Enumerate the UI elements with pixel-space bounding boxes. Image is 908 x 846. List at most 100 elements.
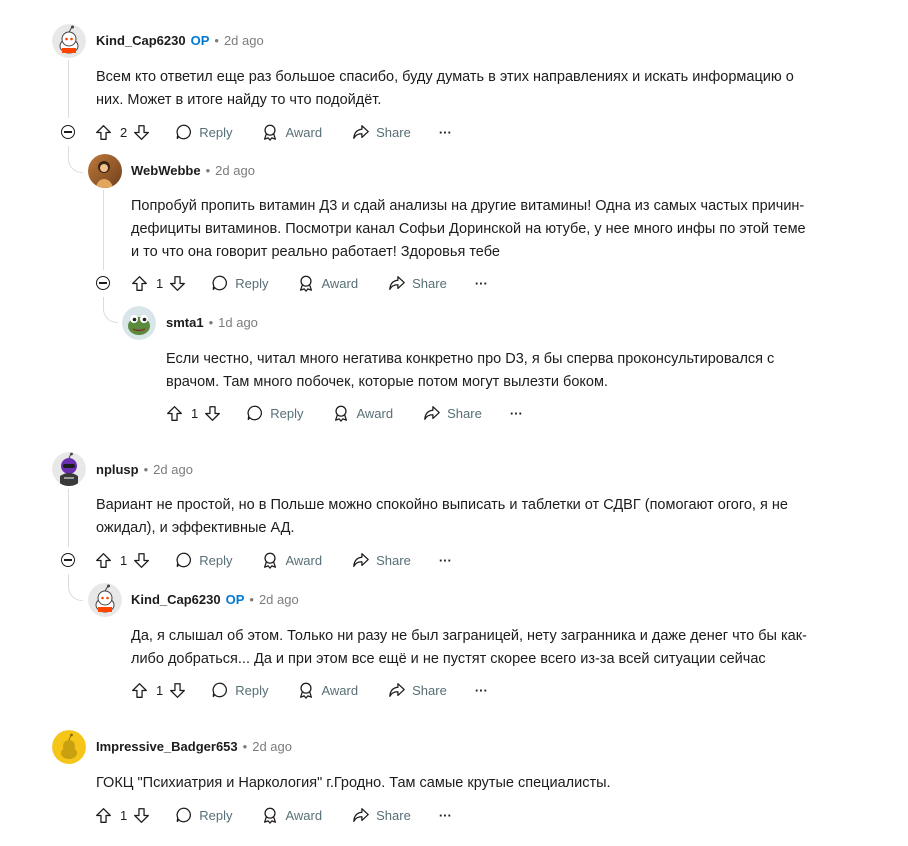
collapse-icon[interactable]	[61, 553, 75, 567]
more-options-button[interactable]: ···	[439, 808, 452, 823]
comment-line: дефициты витаминов. Посмотри канал Софьи…	[131, 221, 806, 237]
separator-dot: •	[214, 33, 219, 48]
timestamp[interactable]: 2d ago	[224, 33, 264, 48]
more-options-button[interactable]: ···	[510, 406, 523, 421]
reply-button[interactable]: Reply	[211, 274, 268, 292]
share-button[interactable]: Share	[423, 404, 482, 422]
comment-icon	[247, 405, 263, 421]
downvote-icon[interactable]	[169, 275, 186, 292]
author-name[interactable]: Impressive_Badger653	[96, 739, 238, 754]
comment-line: ожидал), и эффективные АД.	[96, 520, 295, 536]
downvote-icon[interactable]	[133, 124, 150, 141]
comment-line: них. Может в итоге найду то что подойдёт…	[96, 92, 382, 108]
comment-line: Всем кто ответил еще раз большое спасибо…	[96, 69, 794, 85]
author-name[interactable]: smta1	[166, 315, 204, 330]
share-button[interactable]: Share	[352, 806, 411, 824]
author-name[interactable]: Kind_Cap6230	[96, 33, 186, 48]
comment-meta: WebWebbe • 2d ago	[131, 163, 255, 178]
separator-dot: •	[205, 163, 211, 178]
reply-button[interactable]: Reply	[211, 681, 268, 699]
comment-icon	[212, 275, 228, 291]
vote-count: 1	[156, 275, 164, 291]
award-button[interactable]: Award	[261, 551, 322, 569]
more-options-button[interactable]: ···	[439, 125, 452, 140]
award-icon	[300, 682, 313, 699]
thread-curve	[68, 584, 83, 601]
share-icon	[424, 406, 440, 420]
timestamp[interactable]: 1d ago	[218, 315, 258, 330]
avatar[interactable]	[88, 583, 122, 617]
comment-icon	[176, 552, 192, 568]
reply-button[interactable]: Reply	[175, 806, 232, 824]
share-button[interactable]: Share	[388, 681, 447, 699]
share-button[interactable]: Share	[352, 551, 411, 569]
timestamp[interactable]: 2d ago	[215, 163, 255, 178]
comment-meta: nplusp • 2d ago	[96, 462, 193, 477]
comment-line: и то что она говорит реально работает! З…	[131, 244, 500, 260]
timestamp[interactable]: 2d ago	[252, 739, 292, 754]
award-icon	[335, 405, 348, 422]
comment-icon	[176, 807, 192, 823]
avatar[interactable]	[52, 730, 86, 764]
author-name[interactable]: nplusp	[96, 462, 139, 477]
award-button[interactable]: Award	[332, 404, 393, 422]
reply-button[interactable]: Reply	[175, 551, 232, 569]
comment-line: либо добраться... Да и при этом все ещё …	[131, 651, 766, 667]
award-button[interactable]: Award	[297, 274, 358, 292]
share-icon	[353, 553, 369, 567]
award-button[interactable]: Award	[297, 681, 358, 699]
thread-curve	[103, 306, 118, 323]
op-badge: OP	[190, 33, 210, 48]
award-button[interactable]: Award	[261, 806, 322, 824]
action-bar: 1 Reply Award Share ···	[131, 271, 488, 295]
comment-icon	[212, 682, 228, 698]
upvote-icon[interactable]	[95, 807, 112, 824]
upvote-icon[interactable]	[131, 682, 148, 699]
comment-icon	[176, 124, 192, 140]
thread-line	[68, 489, 69, 547]
timestamp[interactable]: 2d ago	[259, 592, 299, 607]
more-options-button[interactable]: ···	[439, 553, 452, 568]
share-button[interactable]: Share	[352, 123, 411, 141]
award-icon	[264, 807, 277, 824]
more-options-button[interactable]: ···	[475, 683, 488, 698]
vote-count: 2	[120, 124, 128, 140]
action-bar: 1 Reply Award Share ···	[131, 678, 488, 702]
separator-dot: •	[242, 739, 248, 754]
downvote-icon[interactable]	[133, 552, 150, 569]
comment-body: Вариант не простой, но в Польше можно сп…	[96, 494, 788, 540]
share-button[interactable]: Share	[388, 274, 447, 292]
reply-button[interactable]: Reply	[246, 404, 303, 422]
timestamp[interactable]: 2d ago	[153, 462, 193, 477]
author-name[interactable]: Kind_Cap6230	[131, 592, 221, 607]
comment-body: Попробуй пропить витамин Д3 и сдай анали…	[131, 195, 806, 264]
downvote-icon[interactable]	[133, 807, 150, 824]
downvote-icon[interactable]	[204, 405, 221, 422]
avatar[interactable]	[122, 306, 156, 340]
comment-body: Если честно, читал много негатива конкре…	[166, 348, 774, 394]
avatar[interactable]	[88, 154, 122, 188]
more-options-button[interactable]: ···	[475, 276, 488, 291]
share-icon	[353, 125, 369, 139]
collapse-icon[interactable]	[96, 276, 110, 290]
action-bar: 1 Reply Award Share ···	[95, 548, 452, 572]
reply-button[interactable]: Reply	[175, 123, 232, 141]
author-name[interactable]: WebWebbe	[131, 163, 201, 178]
collapse-icon[interactable]	[61, 125, 75, 139]
upvote-icon[interactable]	[131, 275, 148, 292]
downvote-icon[interactable]	[169, 682, 186, 699]
award-button[interactable]: Award	[261, 123, 322, 141]
comment-body: Да, я слышал об этом. Только ни разу не …	[131, 625, 807, 671]
award-icon	[264, 552, 277, 569]
avatar[interactable]	[52, 452, 86, 486]
share-icon	[389, 683, 405, 697]
avatar[interactable]	[52, 24, 86, 58]
thread-curve	[68, 156, 83, 173]
comment-meta: Kind_Cap6230 OP • 2d ago	[96, 33, 264, 48]
comment-body: ГОКЦ "Психиатрия и Наркология" г.Гродно.…	[96, 772, 611, 795]
upvote-icon[interactable]	[95, 124, 112, 141]
comment-line: Да, я слышал об этом. Только ни разу не …	[131, 628, 807, 644]
separator-dot: •	[208, 315, 214, 330]
upvote-icon[interactable]	[166, 405, 183, 422]
upvote-icon[interactable]	[95, 552, 112, 569]
